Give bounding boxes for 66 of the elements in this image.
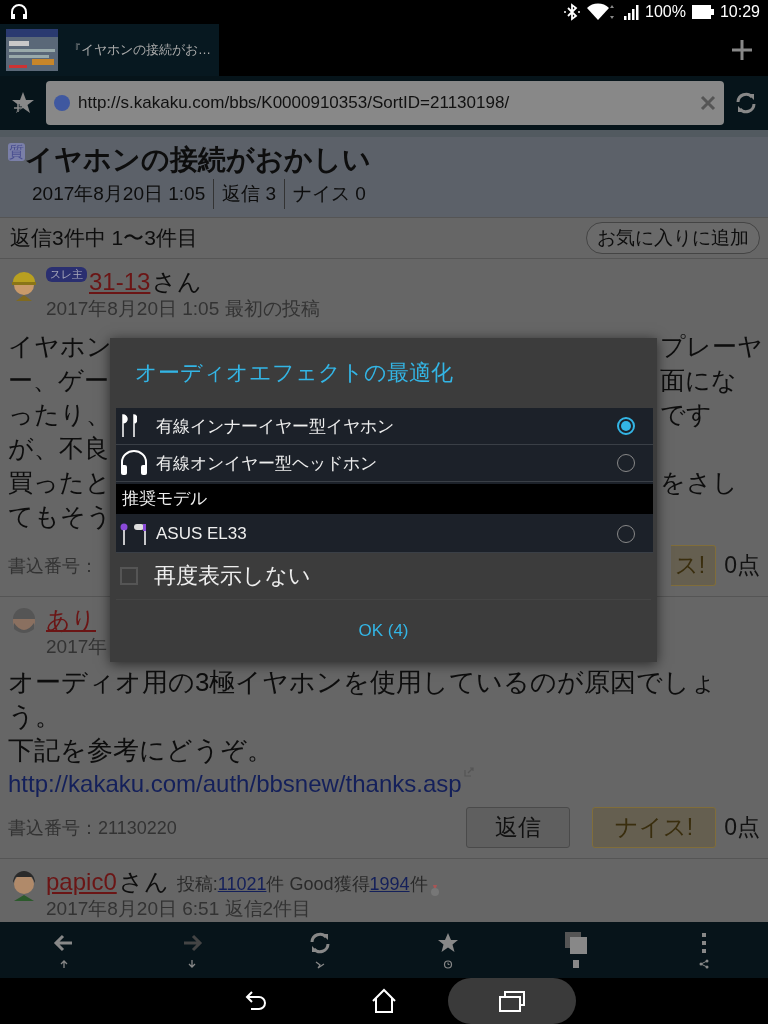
- refresh-icon[interactable]: [734, 91, 758, 115]
- nice-score: 0点: [724, 551, 760, 580]
- medal-icon: [429, 885, 440, 897]
- thread-meta: ナイス 0: [284, 179, 366, 209]
- post-text: 買ったと: [8, 467, 111, 498]
- radio-button[interactable]: [617, 417, 635, 435]
- audio-option[interactable]: 有線インナーイヤー型イヤホン: [116, 408, 653, 445]
- checkbox-label: 再度表示しない: [154, 562, 311, 590]
- dialog-title: オーディオエフェクトの最適化: [134, 359, 454, 387]
- up-arrow-icon: [59, 959, 69, 969]
- earbuds-icon: [120, 414, 137, 438]
- post-text: プレーヤ: [660, 331, 760, 362]
- user-stats: 投稿:11021件 Good獲得1994件: [176, 873, 428, 896]
- checkbox[interactable]: [120, 567, 138, 585]
- new-tab-icon[interactable]: [730, 38, 754, 62]
- globe-icon: [54, 95, 70, 111]
- post-text: イヤホン: [8, 331, 112, 362]
- reply-count: 返信3件中 1〜3件目: [10, 225, 198, 251]
- bookmark-add-icon[interactable]: [10, 90, 36, 116]
- user-suffix: さん: [152, 267, 203, 297]
- home-icon[interactable]: [370, 987, 398, 1015]
- clock-time: 10:29: [719, 3, 760, 21]
- post-text: ー、ゲー: [8, 365, 109, 396]
- post-text: 下記を参考にどうぞ。: [8, 734, 274, 767]
- post-text: をさし: [660, 467, 739, 498]
- post-text: 面にな: [660, 365, 738, 396]
- page-icon: [571, 959, 581, 969]
- post-link[interactable]: http://kakaku.com/auth/bbsnew/thanks.asp: [8, 767, 462, 801]
- browser-tab[interactable]: 『イヤホンの接続がお…: [0, 24, 219, 76]
- down-arrow-icon: [187, 959, 197, 969]
- thread-title: イヤホンの接続がおかしい: [25, 143, 371, 177]
- audio-option[interactable]: 有線オンイヤー型ヘッドホン: [116, 445, 653, 482]
- url-field[interactable]: http://s.kakaku.com/bbs/K0000910353/SortID=21130198/: [46, 81, 724, 125]
- audio-option[interactable]: ASUS EL33: [116, 516, 653, 553]
- battery-icon: [691, 5, 714, 19]
- battery-level: 100%: [645, 3, 686, 21]
- alarm-icon: [443, 959, 453, 969]
- recent-apps-icon[interactable]: [498, 989, 526, 1013]
- user-link[interactable]: 31-13: [89, 267, 151, 297]
- post-text: てもそう: [8, 501, 112, 532]
- post-text: が、不良: [8, 433, 109, 464]
- signal-icon: [623, 4, 640, 20]
- post-text: です: [660, 399, 713, 430]
- headset-icon: [10, 4, 28, 20]
- user-link[interactable]: papic0: [46, 867, 117, 897]
- favorite-button[interactable]: お気に入りに追加: [586, 222, 760, 254]
- share-icon: [699, 959, 709, 969]
- earbuds-icon: [120, 522, 147, 546]
- reply-button[interactable]: 返信: [465, 807, 570, 848]
- back-icon[interactable]: [243, 990, 269, 1012]
- tabs-icon[interactable]: [564, 931, 588, 955]
- post-text: ったり、: [8, 399, 111, 430]
- bluetooth-icon: [563, 3, 582, 21]
- thread-meta: 2017年8月20日 1:05: [32, 182, 206, 206]
- nice-button[interactable]: ス!: [670, 545, 717, 586]
- nice-score: 0点: [724, 813, 760, 842]
- author-badge: スレ主: [46, 267, 87, 282]
- headphones-icon: [120, 450, 148, 476]
- user-link[interactable]: あり: [46, 605, 96, 635]
- ok-button[interactable]: OK (4): [110, 600, 657, 662]
- nice-button[interactable]: ナイス!: [591, 807, 717, 848]
- refresh-icon[interactable]: [308, 931, 332, 955]
- section-header: 推奨モデル: [116, 484, 653, 514]
- thread-meta: 返信 3: [213, 179, 277, 209]
- user-suffix: さん: [118, 867, 169, 897]
- post-text: オーディオ用の3極イヤホンを使用しているのが原因でしょう。: [8, 666, 719, 733]
